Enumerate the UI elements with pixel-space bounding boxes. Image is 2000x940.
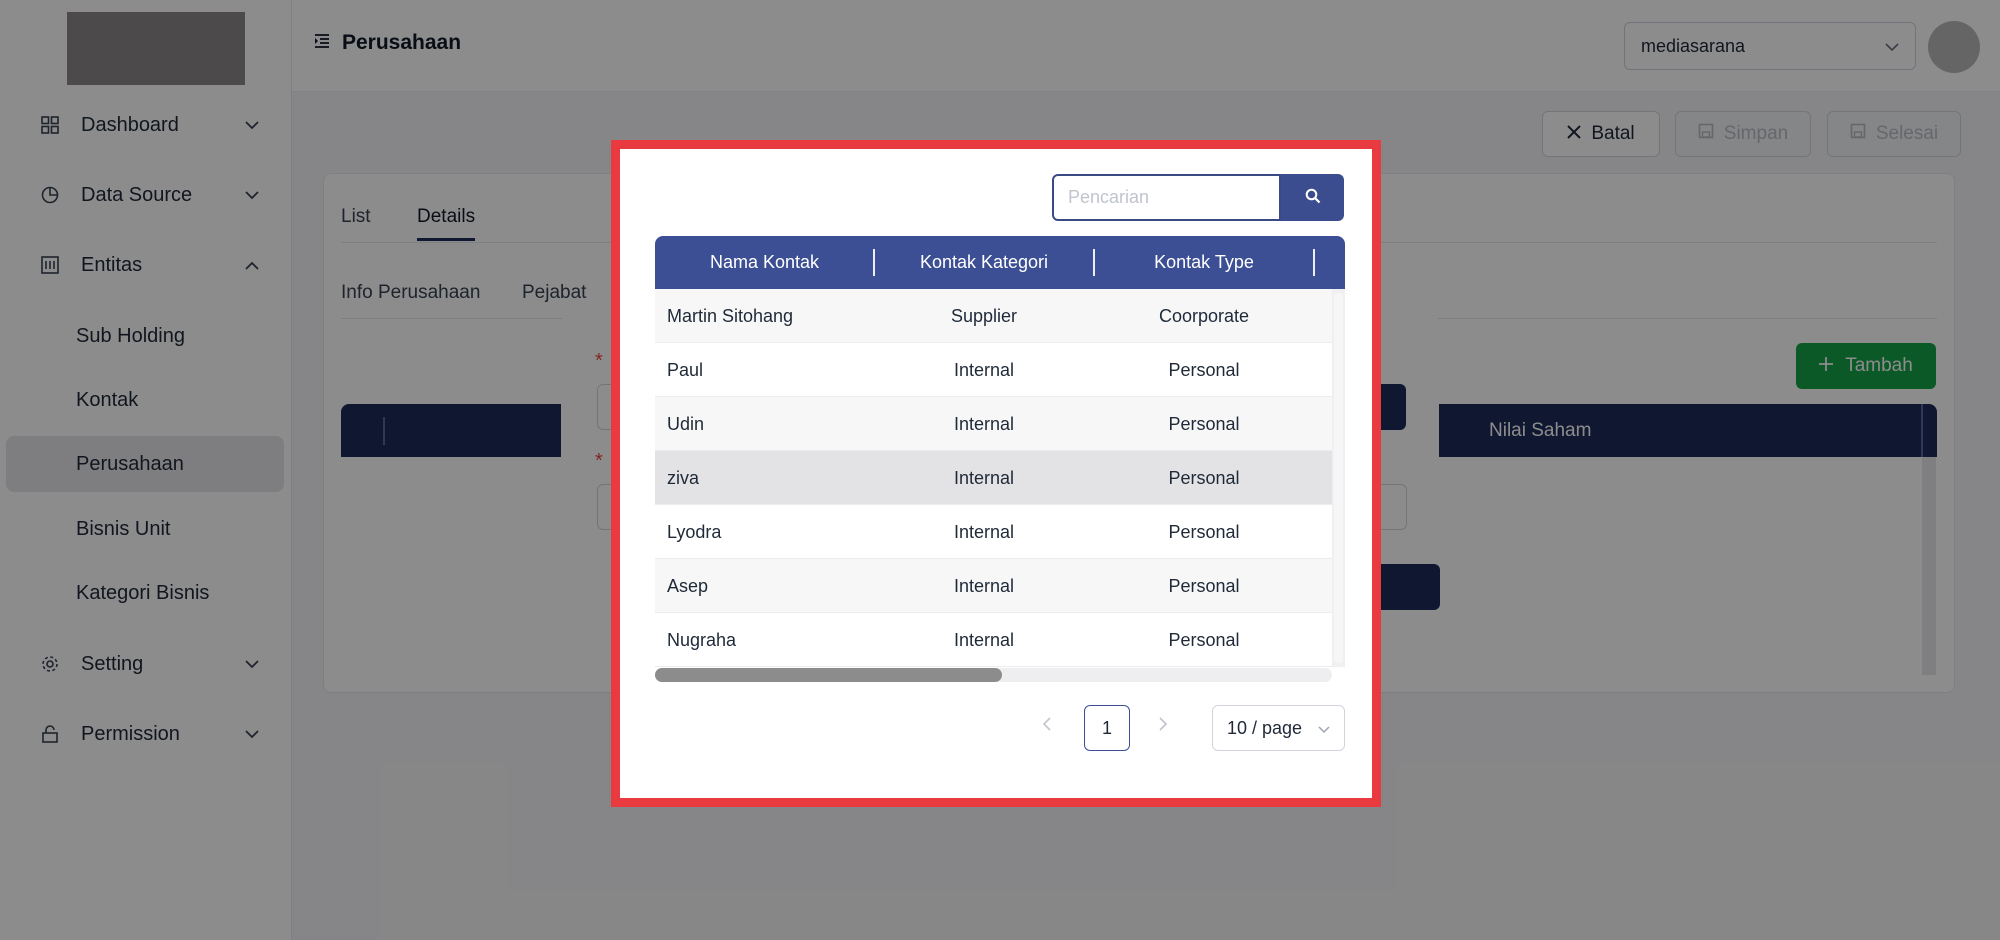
cell-kontak-kategori: Internal [953, 359, 1015, 380]
search-icon [1305, 188, 1321, 207]
cell-kontak-type: Personal [1168, 413, 1240, 434]
cell-nama-kontak: Lyodra [667, 521, 722, 542]
cell-kontak-kategori: Internal [953, 575, 1015, 596]
cell-nama-kontak: Paul [667, 359, 704, 380]
column-resize-handle[interactable] [1313, 249, 1315, 276]
cell-kontak-kategori: Internal [953, 413, 1015, 434]
cell-kontak-type: Personal [1168, 575, 1240, 596]
table-row[interactable]: Lyodra Internal Personal [655, 505, 1332, 559]
column-header-kontak-type: Kontak Type [1154, 252, 1254, 272]
cell-kontak-kategori: Supplier [950, 305, 1018, 326]
page-size-value: 10 / page [1227, 717, 1303, 738]
search-input[interactable] [1052, 174, 1281, 221]
chevron-down-icon [1318, 718, 1330, 739]
chevron-left-icon [1042, 716, 1051, 736]
cell-kontak-type: Personal [1168, 629, 1240, 650]
chevron-right-icon [1158, 716, 1168, 736]
table-row[interactable]: Asep Internal Personal [655, 559, 1332, 613]
cell-kontak-kategori: Internal [953, 629, 1015, 650]
cell-kontak-type: Personal [1168, 359, 1240, 380]
cell-kontak-type: Personal [1168, 467, 1240, 488]
column-header-nama-kontak: Nama Kontak [709, 252, 820, 272]
table-header: Nama Kontak Kontak Kategori Kontak Type [655, 236, 1345, 289]
next-page-button[interactable] [1148, 711, 1178, 741]
prev-page-button[interactable] [1031, 711, 1061, 741]
table-row[interactable]: Udin Internal Personal [655, 397, 1332, 451]
horizontal-scrollbar-thumb[interactable] [655, 668, 1002, 682]
contact-picker-modal: Nama Kontak Kontak Kategori Kontak Type … [620, 149, 1372, 798]
table-body: Martin Sitohang Supplier Coorporate Paul… [655, 289, 1332, 667]
cell-nama-kontak: ziva [667, 467, 700, 488]
cell-nama-kontak: Martin Sitohang [667, 305, 794, 326]
cell-kontak-type: Personal [1168, 521, 1240, 542]
cell-nama-kontak: Nugraha [667, 629, 737, 650]
highlight-frame: Nama Kontak Kontak Kategori Kontak Type … [611, 140, 1381, 807]
cell-nama-kontak: Udin [667, 413, 705, 434]
cell-kontak-kategori: Internal [953, 467, 1015, 488]
page-size-select[interactable]: 10 / page [1212, 705, 1345, 751]
vertical-scrollbar[interactable] [1332, 289, 1345, 667]
vertical-scrollbar-thumb[interactable] [1334, 293, 1343, 663]
cell-nama-kontak: Asep [667, 575, 709, 596]
table-row[interactable]: Paul Internal Personal [655, 343, 1332, 397]
page-number-button[interactable]: 1 [1084, 705, 1130, 751]
table-row[interactable]: Martin Sitohang Supplier Coorporate [655, 289, 1332, 343]
table-row[interactable]: Nugraha Internal Personal [655, 613, 1332, 667]
cell-kontak-kategori: Internal [953, 521, 1015, 542]
column-header-kontak-kategori: Kontak Kategori [919, 252, 1049, 272]
search-button[interactable] [1281, 174, 1344, 221]
table-row[interactable]: ziva Internal Personal [655, 451, 1332, 505]
horizontal-scrollbar[interactable] [655, 668, 1332, 682]
cell-kontak-type: Coorporate [1158, 305, 1250, 326]
